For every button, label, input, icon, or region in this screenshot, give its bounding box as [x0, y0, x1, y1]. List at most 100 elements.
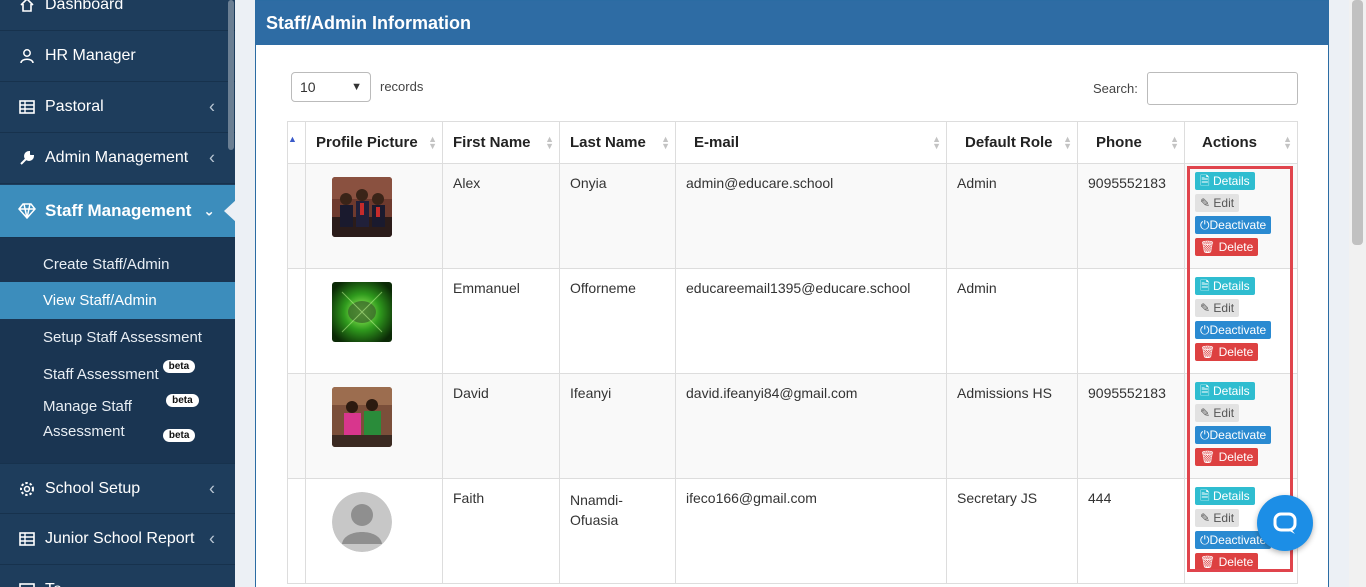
default-avatar[interactable] — [332, 492, 392, 552]
edit-button[interactable]: ✎ Edit — [1195, 194, 1240, 212]
table-cell: Secretary JS — [946, 478, 1078, 584]
delete-button[interactable]: 🗑 Delete — [1195, 343, 1259, 361]
column-header-label: Default Role — [965, 134, 1053, 151]
page-scrollbar-thumb[interactable] — [1352, 0, 1363, 245]
search-input[interactable] — [1147, 72, 1298, 105]
edit-icon: ✎ — [1200, 196, 1211, 210]
trash-icon: 🗑 — [1200, 345, 1216, 359]
edit-button[interactable]: ✎ Edit — [1195, 404, 1240, 422]
deactivate-button[interactable]: ⏻Deactivate — [1195, 426, 1272, 444]
power-icon: ⏻ — [1200, 323, 1210, 337]
column-header-actions[interactable]: Actions ▲ ▼ — [1184, 121, 1298, 164]
table-cell-profile-picture — [305, 163, 443, 269]
button-label: Deactivate — [1209, 323, 1267, 337]
submenu-item-manage-staff-assessment[interactable]: Manage Staff beta Assessment beta — [0, 394, 235, 448]
sidebar-item-dashboard[interactable]: Dashboard — [0, 0, 235, 31]
profile-photo[interactable] — [332, 177, 392, 237]
records-label: records — [380, 79, 424, 94]
details-button[interactable]: 🗎 Details — [1195, 277, 1255, 295]
sidebar: Dashboard HR Manager Pastoral ‹ Admin Ma… — [0, 0, 235, 587]
button-label: Delete — [1218, 450, 1254, 464]
beta-badge: beta — [166, 394, 199, 407]
column-header-index[interactable]: ▲ — [287, 121, 306, 164]
button-label: Details — [1213, 174, 1250, 188]
table-cell: educareemail1395@educare.school — [675, 268, 947, 374]
column-header-phone[interactable]: Phone ▲ ▼ — [1077, 121, 1185, 164]
column-header-first-name[interactable]: First Name ▲ ▼ — [442, 121, 560, 164]
button-label: Edit — [1213, 196, 1235, 210]
sidebar-item-label: Admin Management — [45, 149, 189, 166]
sort-icon: ▲ ▼ — [1170, 133, 1179, 151]
table-row: Emmanuel Offorneme educareemail1395@educ… — [287, 268, 1298, 374]
table-cell-profile-picture — [305, 373, 443, 479]
file-icon: 🗎 — [1200, 384, 1210, 398]
table-cell — [287, 268, 306, 374]
column-header-email[interactable]: E-mail ▲ ▼ — [675, 121, 947, 164]
panel-title: Staff/Admin Information — [266, 12, 471, 33]
sidebar-item-staff-management[interactable]: Staff Management ⌄ — [0, 185, 235, 238]
chevron-left-icon: ‹ — [209, 528, 215, 549]
beta-badge: beta — [162, 360, 196, 373]
column-header-label: Actions — [1202, 134, 1258, 151]
sidebar-item-label: School Setup — [45, 479, 141, 497]
chevron-down-icon: ⌄ — [203, 202, 215, 219]
details-button[interactable]: 🗎 Details — [1195, 487, 1255, 505]
sidebar-item-label: Junior School Report — [45, 530, 195, 547]
chat-icon — [1273, 512, 1297, 534]
records-length-select[interactable]: 10 ▼ — [291, 72, 371, 102]
edit-button[interactable]: ✎ Edit — [1195, 299, 1240, 317]
details-button[interactable]: 🗎 Details — [1195, 172, 1255, 190]
table-icon — [18, 581, 36, 587]
panel-header: Staff/Admin Information — [256, 1, 1328, 45]
sidebar-item-admin-management[interactable]: Admin Management ‹ — [0, 133, 235, 184]
table-cell-actions: 🗎 Details ✎ Edit ⏻Deactivate 🗑 Delete — [1184, 163, 1298, 269]
sidebar-item-pastoral[interactable]: Pastoral ‹ — [0, 82, 235, 133]
profile-photo[interactable] — [332, 282, 392, 342]
table-cell: david.ifeanyi84@gmail.com — [675, 373, 947, 479]
column-header-last-name[interactable]: Last Name ▲ ▼ — [559, 121, 676, 164]
delete-button[interactable]: 🗑 Delete — [1195, 553, 1259, 571]
sort-icon: ▲ ▼ — [932, 133, 941, 151]
details-button[interactable]: 🗎 Details — [1195, 382, 1255, 400]
sidebar-item-school-setup[interactable]: School Setup ‹ — [0, 463, 235, 514]
submenu-item-create-staff[interactable]: Create Staff/Admin — [0, 246, 235, 282]
sidebar-item-label: Pastoral — [45, 98, 104, 115]
sort-asc-icon: ▲ — [288, 134, 297, 144]
delete-button[interactable]: 🗑 Delete — [1195, 448, 1259, 466]
column-header-label: Phone — [1096, 134, 1142, 151]
edit-button[interactable]: ✎ Edit — [1195, 509, 1240, 527]
table-cell — [287, 373, 306, 479]
deactivate-button[interactable]: ⏻Deactivate — [1195, 216, 1272, 234]
table-cell: Admin — [946, 268, 1078, 374]
submenu-item-label: Staff Assessment — [43, 366, 159, 383]
table-cell: Emmanuel — [442, 268, 560, 374]
file-icon: 🗎 — [1200, 174, 1210, 188]
sidebar-item-label: Staff Management — [45, 201, 192, 220]
gear-icon — [18, 480, 36, 498]
button-label: Details — [1213, 489, 1250, 503]
wrench-icon — [18, 149, 36, 167]
sidebar-item-te[interactable]: Te — [0, 565, 235, 587]
sort-icon: ▲ ▼ — [1063, 133, 1072, 151]
profile-photo[interactable] — [332, 387, 392, 447]
deactivate-button[interactable]: ⏻Deactivate — [1195, 321, 1272, 339]
chat-widget-button[interactable] — [1257, 495, 1313, 551]
sidebar-item-junior-school-report[interactable]: Junior School Report ‹ — [0, 514, 235, 565]
table-cell-actions: 🗎 Details ✎ Edit ⏻Deactivate 🗑 Delete — [1184, 373, 1298, 479]
sidebar-item-hr-manager[interactable]: HR Manager — [0, 31, 235, 82]
table-row: David Ifeanyi david.ifeanyi84@gmail.com … — [287, 373, 1298, 479]
submenu-item-view-staff[interactable]: View Staff/Admin — [0, 282, 235, 319]
diamond-icon — [18, 202, 36, 220]
sidebar-scrollbar[interactable] — [228, 0, 234, 150]
table-cell-profile-picture — [305, 268, 443, 374]
column-header-default-role[interactable]: Default Role ▲ ▼ — [946, 121, 1078, 164]
column-header-profile-picture[interactable]: Profile Picture ▲ ▼ — [305, 121, 443, 164]
chevron-left-icon: ‹ — [209, 96, 215, 117]
table-cell: 444 — [1077, 478, 1185, 584]
delete-button[interactable]: 🗑 Delete — [1195, 238, 1259, 256]
submenu-item-staff-assessment[interactable]: Staff Assessment beta — [0, 356, 235, 393]
table-cell: 9095552183 — [1077, 373, 1185, 479]
sort-icon: ▲ ▼ — [661, 133, 670, 151]
table-cell: Ifeanyi — [559, 373, 676, 479]
submenu-item-setup-staff-assessment[interactable]: Setup Staff Assessment — [0, 319, 235, 356]
